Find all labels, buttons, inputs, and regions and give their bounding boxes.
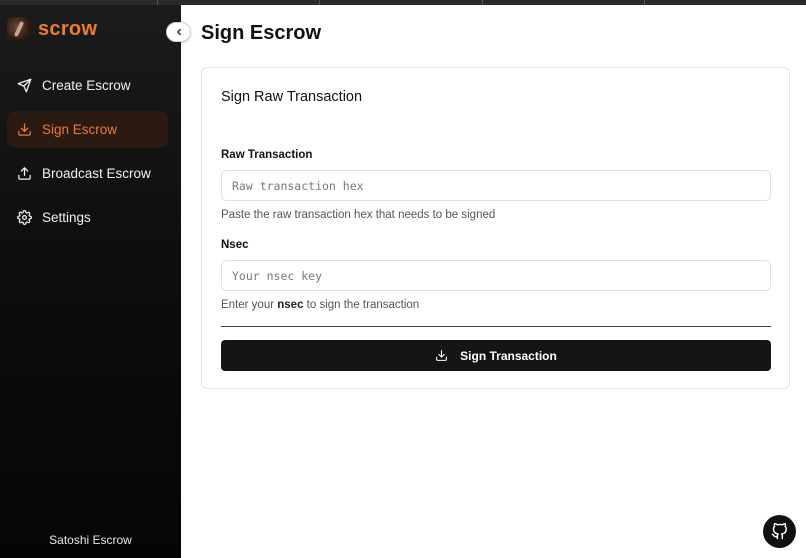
sidebar-nav: Create Escrow Sign Escrow Broadcast Escr… (7, 67, 168, 243)
nsec-help-bold: nsec (277, 299, 304, 311)
download-icon (18, 123, 31, 136)
app-logo[interactable]: scrow (7, 17, 97, 42)
page-title: Sign Escrow (201, 22, 322, 44)
github-icon (771, 523, 787, 540)
bird-logo-icon (7, 17, 32, 42)
gear-icon (17, 210, 32, 225)
nsec-help: Enter your nsec to sign the transaction (221, 299, 419, 311)
download-icon (436, 350, 448, 361)
divider (221, 326, 771, 327)
sidebar-item-label: Sign Escrow (42, 122, 118, 137)
tab-segment (158, 0, 320, 5)
raw-transaction-input[interactable] (221, 170, 771, 201)
nsec-help-suffix: to sign the transaction (303, 299, 420, 311)
send-icon (17, 78, 32, 93)
sign-transaction-button[interactable]: Sign Transaction (221, 340, 771, 371)
sidebar: scrow Create Escrow Sign Escrow Broadcas… (0, 5, 181, 558)
nsec-help-prefix: Enter your (221, 299, 278, 311)
sidebar-item-sign-escrow[interactable]: Sign Escrow (7, 111, 168, 148)
logo-text: scrow (38, 18, 98, 40)
sidebar-footer: Satoshi Escrow (49, 533, 132, 547)
upload-icon (18, 167, 31, 180)
sidebar-item-label: Settings (42, 210, 91, 225)
nsec-label: Nsec (221, 239, 249, 251)
sidebar-item-label: Broadcast Escrow (42, 166, 151, 181)
chevron-left-icon (176, 28, 181, 36)
nsec-input[interactable] (221, 260, 771, 291)
sidebar-item-label: Create Escrow (42, 78, 131, 93)
sidebar-item-broadcast-escrow[interactable]: Broadcast Escrow (7, 155, 168, 192)
sign-transaction-label: Sign Transaction (460, 348, 557, 363)
raw-transaction-help: Paste the raw transaction hex that needs… (221, 209, 496, 221)
sign-transaction-card: Sign Raw Transaction Raw Transaction Pas… (201, 67, 790, 389)
sidebar-item-create-escrow[interactable]: Create Escrow (7, 67, 168, 104)
card-title: Sign Raw Transaction (221, 89, 363, 105)
sidebar-item-settings[interactable]: Settings (7, 199, 168, 236)
tab-segment (320, 0, 483, 5)
raw-transaction-label: Raw Transaction (221, 149, 313, 161)
tab-segment (483, 0, 645, 5)
github-link-button[interactable] (763, 515, 796, 548)
collapse-sidebar-button[interactable] (166, 22, 191, 42)
